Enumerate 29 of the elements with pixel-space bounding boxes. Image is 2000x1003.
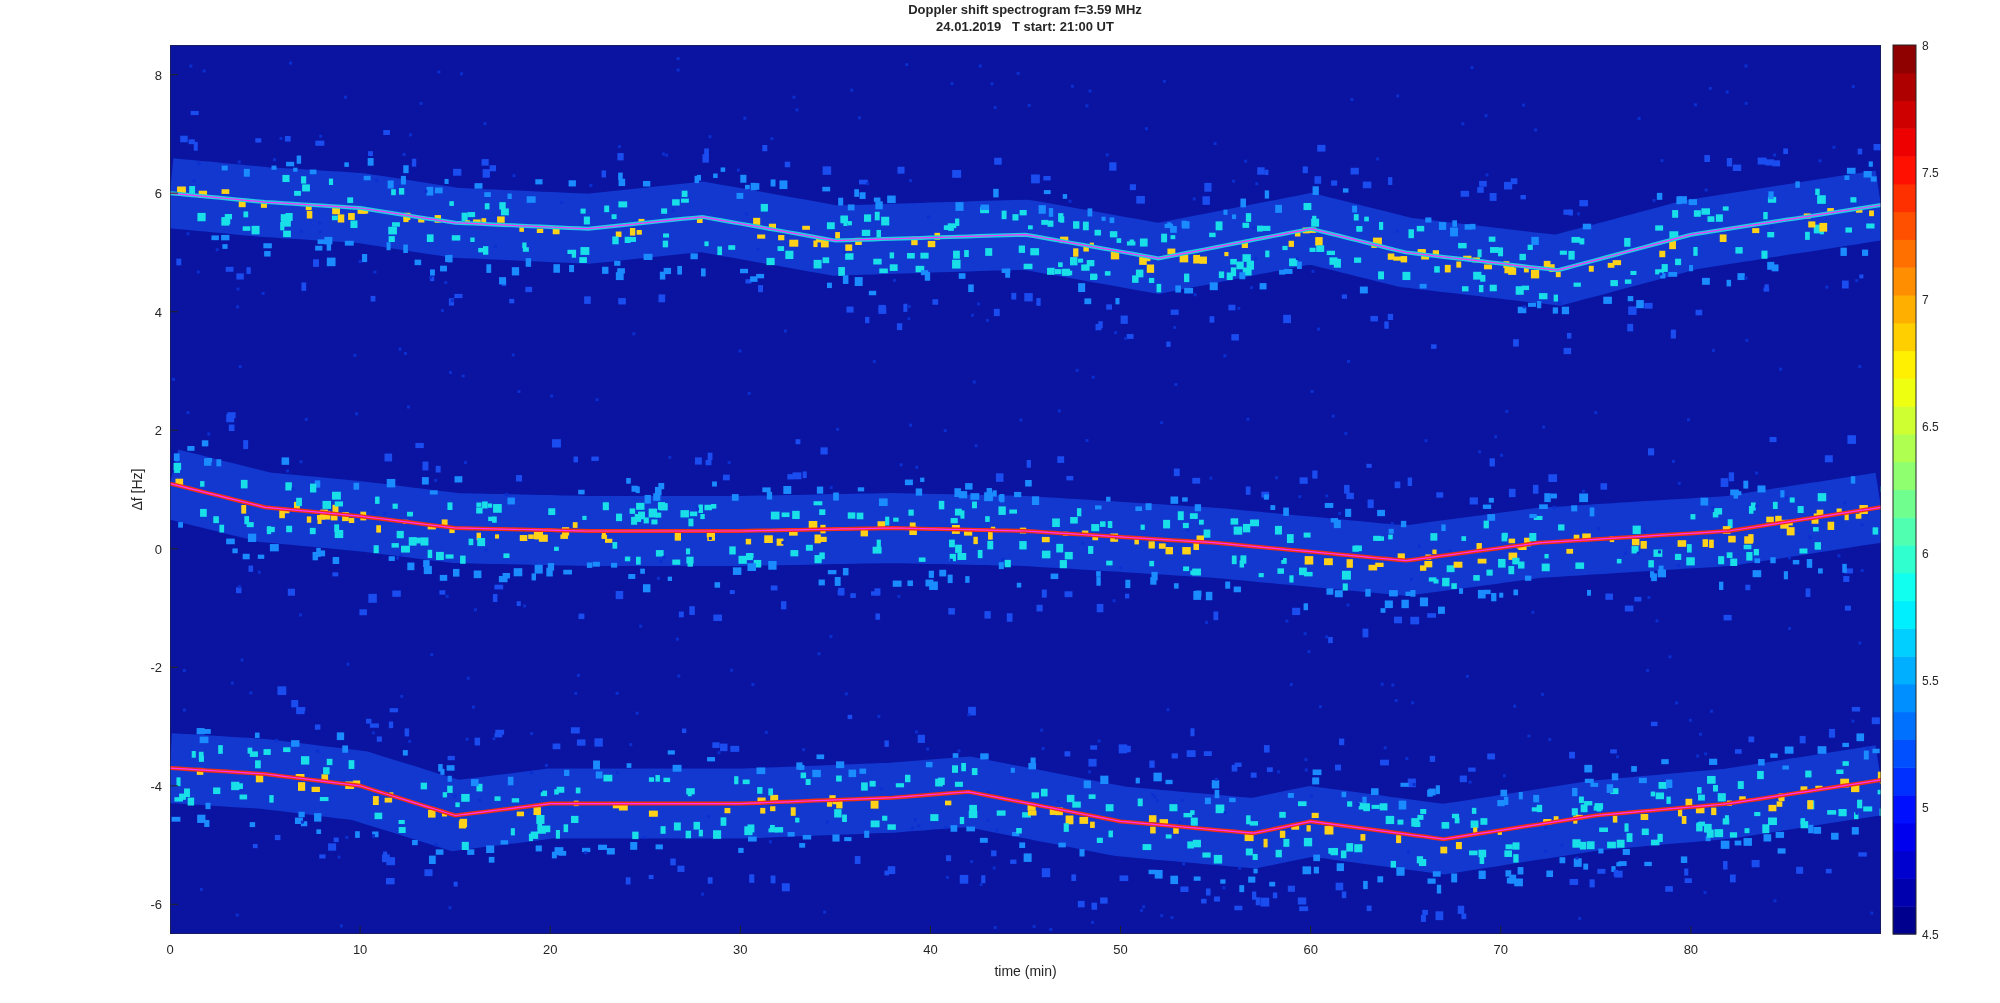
tick-label: 80 (1683, 942, 1699, 957)
tick-label: 40 (923, 942, 938, 957)
tick-label: 50 (1113, 942, 1128, 957)
tick-label: 4.5 (1922, 928, 1939, 942)
tick-label: 5 (1922, 801, 1929, 815)
tick-label: 5.5 (1922, 674, 1939, 688)
chart-title: 24.01.2019 T start: 21:00 UT (936, 17, 1114, 35)
axis-label: Δf [Hz] (129, 468, 145, 511)
tick-label: 8 (154, 67, 162, 83)
tick-label: 70 (1493, 942, 1508, 957)
tick-label: 7 (1922, 293, 1929, 307)
tick-label: 10 (352, 942, 368, 957)
tick-label: 0 (166, 942, 174, 957)
tick-label: 8 (1922, 39, 1929, 53)
tick-label: 20 (543, 942, 558, 957)
tick-label: 6 (154, 186, 162, 202)
axis-label: time (min) (994, 963, 1057, 979)
tick-label: 6.5 (1922, 420, 1939, 434)
tick-label: -4 (150, 778, 162, 794)
tick-label: -2 (150, 660, 162, 676)
chart-title: Doppler shift spectrogram f=3.59 MHz (908, 0, 1142, 18)
tick-label: 2 (154, 423, 162, 439)
tick-label: -6 (150, 897, 162, 913)
tick-label: 0 (154, 541, 162, 557)
tick-label: 6 (1922, 547, 1929, 561)
tick-label: 60 (1303, 942, 1318, 957)
tick-label: 30 (733, 942, 748, 957)
tick-label: 7.5 (1922, 166, 1939, 180)
tick-label: 4 (154, 304, 162, 320)
